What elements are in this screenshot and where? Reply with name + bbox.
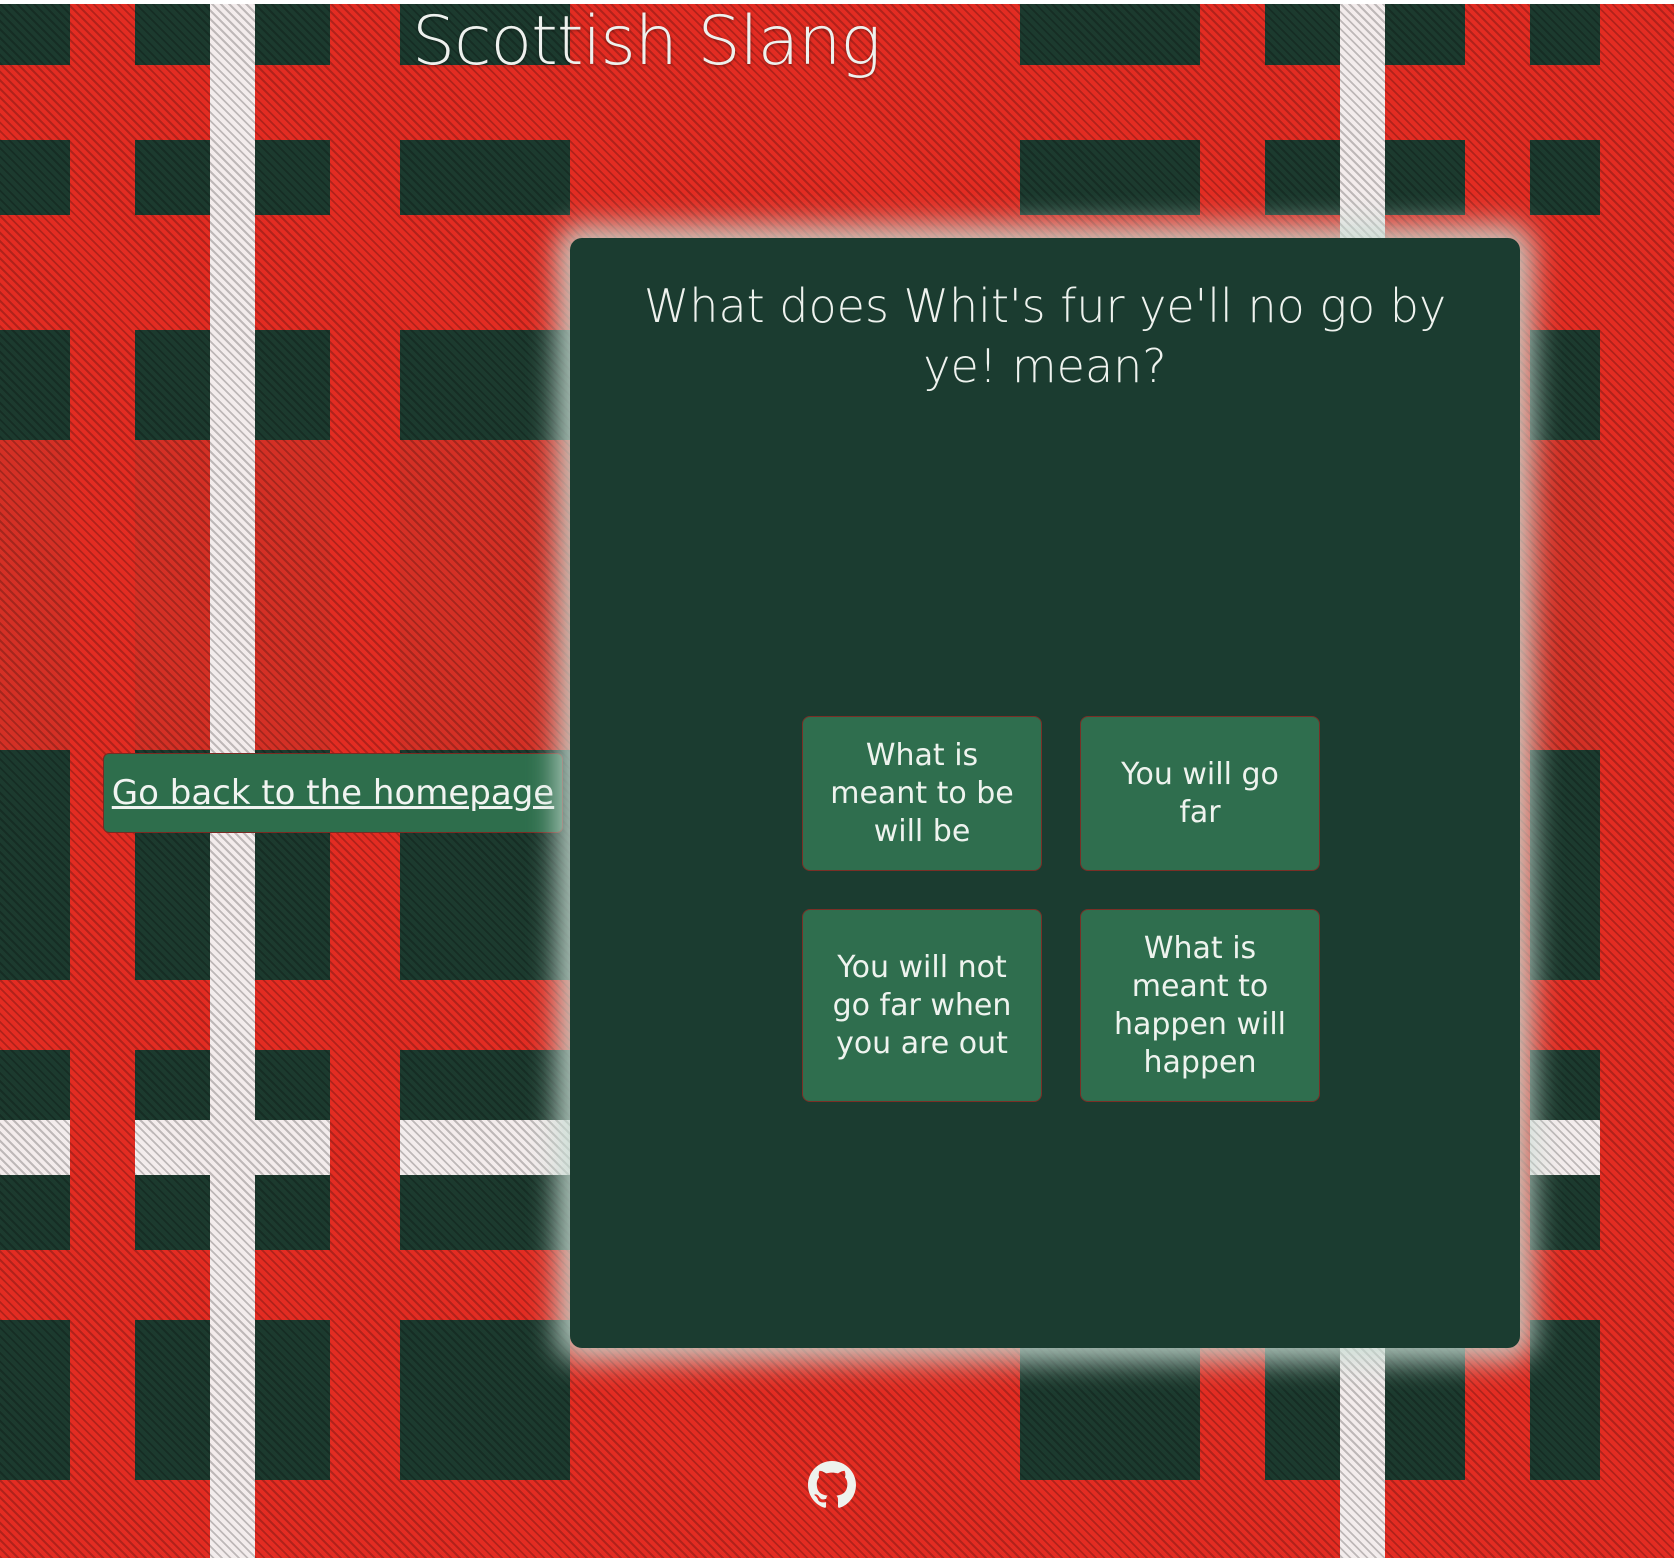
- answer-grid: What is meant to be will be You will go …: [802, 716, 1322, 1102]
- answer-button-2[interactable]: You will go far: [1080, 716, 1320, 871]
- answer-button-1[interactable]: What is meant to be will be: [802, 716, 1042, 871]
- quiz-panel: What does Whit's fur ye'll no go by ye! …: [570, 238, 1520, 1348]
- answer-button-3[interactable]: You will not go far when you are out: [802, 909, 1042, 1102]
- answer-button-4[interactable]: What is meant to happen will happen: [1080, 909, 1320, 1102]
- home-link-container[interactable]: Go back to the homepage: [103, 753, 563, 833]
- home-link[interactable]: Go back to the homepage: [112, 773, 554, 813]
- quiz-question: What does Whit's fur ye'll no go by ye! …: [643, 279, 1447, 393]
- github-icon[interactable]: [808, 1461, 856, 1509]
- site-title: Scottish Slang: [412, 2, 881, 81]
